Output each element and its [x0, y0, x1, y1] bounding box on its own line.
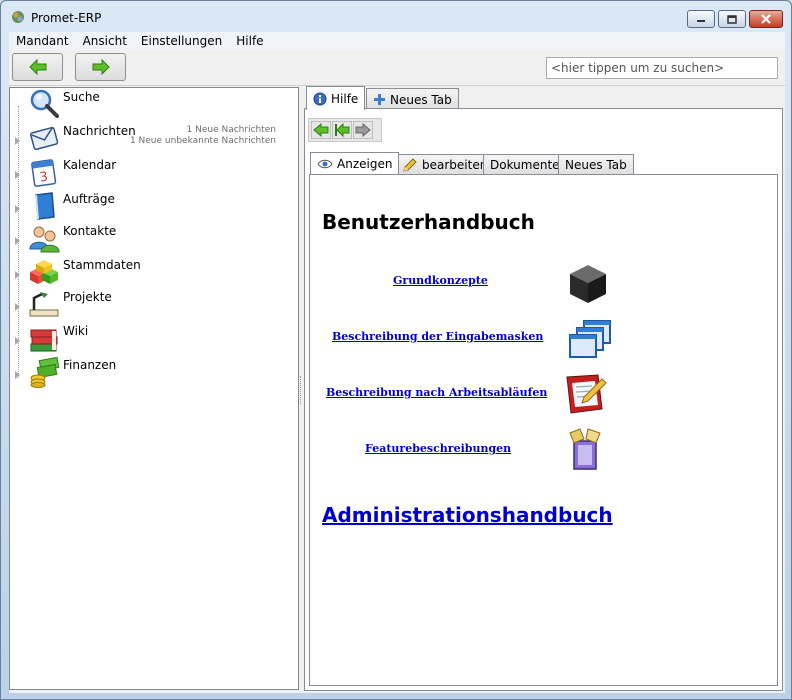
cubes-icon — [30, 260, 58, 284]
mail-icon — [30, 126, 59, 151]
arrow-right-icon — [92, 58, 110, 76]
expand-arrow-icon[interactable] — [15, 303, 20, 311]
link-grundkonzepte[interactable]: Grundkonzepte — [393, 274, 488, 287]
windows-icon — [569, 320, 611, 358]
help-home-button[interactable] — [332, 121, 352, 139]
tree-label: Stammdaten — [63, 258, 141, 272]
menu-mandant[interactable]: Mandant — [9, 34, 76, 48]
calendar-icon: 3 — [31, 159, 57, 187]
maximize-button[interactable] — [718, 10, 746, 28]
eye-icon — [317, 159, 333, 168]
tab-bearbeiten[interactable]: bearbeiten — [395, 154, 495, 174]
search-input[interactable] — [546, 57, 778, 79]
back-button[interactable] — [12, 53, 63, 81]
tree-item-auftraege[interactable]: Aufträge — [10, 190, 298, 222]
help-document: Benutzerhandbuch Grundkonzepte Beschreib… — [309, 174, 778, 686]
window-title: Promet-ERP — [31, 11, 102, 25]
unread-info: 1 Neue Nachrichten 1 Neue unbekannte Nac… — [130, 125, 276, 147]
tree-item-kalendar[interactable]: 3 Kalendar — [10, 156, 298, 188]
tree-label: Nachrichten — [63, 124, 136, 138]
box-icon — [569, 428, 601, 470]
help-navigation — [308, 118, 382, 142]
panel-splitter[interactable] — [300, 376, 303, 404]
tree-item-stammdaten[interactable]: Stammdaten — [10, 256, 298, 288]
menu-einstellungen[interactable]: Einstellungen — [134, 34, 229, 48]
arrow-left-icon — [311, 121, 331, 139]
tab-label: Hilfe — [331, 91, 359, 106]
info-icon — [313, 92, 327, 105]
tree-label: Suche — [63, 90, 100, 104]
minimize-button[interactable] — [687, 10, 715, 28]
tab-label: Neues Tab — [565, 157, 627, 172]
edit-document-icon — [566, 374, 607, 414]
expand-arrow-icon[interactable] — [15, 371, 20, 379]
new-messages-count: 1 Neue Nachrichten — [186, 125, 276, 135]
tab-label: bearbeiten — [422, 157, 488, 172]
tab-dokumente[interactable]: Dokumente — [483, 154, 567, 174]
help-forward-button[interactable] — [353, 121, 373, 139]
arrow-first-icon — [332, 121, 352, 139]
expand-arrow-icon[interactable] — [15, 137, 20, 145]
toolbar — [9, 50, 785, 86]
tab-label: Neues Tab — [390, 92, 452, 107]
menu-hilfe[interactable]: Hilfe — [229, 34, 270, 48]
close-icon — [761, 14, 771, 24]
arrow-left-icon — [28, 58, 46, 76]
tree-item-finanzen[interactable]: Finanzen — [10, 356, 298, 388]
cube-icon — [570, 265, 606, 303]
tree-label: Wiki — [63, 324, 89, 338]
tree-label: Projekte — [63, 290, 112, 304]
book-icon — [35, 192, 55, 220]
doc-heading: Benutzerhandbuch — [322, 210, 535, 234]
minimize-icon — [697, 20, 705, 22]
forward-button[interactable] — [75, 53, 126, 81]
tab-neues-tab-inner[interactable]: Neues Tab — [558, 154, 634, 174]
contacts-icon — [29, 226, 60, 253]
menu-ansicht[interactable]: Ansicht — [76, 34, 134, 48]
search-icon — [30, 89, 59, 118]
tree-item-suche[interactable]: Suche — [10, 88, 298, 120]
projects-icon — [29, 292, 59, 317]
expand-arrow-icon[interactable] — [15, 271, 20, 279]
unknown-messages-count: 1 Neue unbekannte Nachrichten — [129, 136, 276, 146]
tree-label: Aufträge — [63, 192, 115, 206]
navigation-tree: Suche Nachrichten 1 Neue Nachrichten 1 N… — [9, 87, 299, 690]
link-arbeitsablaeufe[interactable]: Beschreibung nach Arbeitsabläufen — [326, 386, 547, 399]
tree-item-kontakte[interactable]: Kontakte — [10, 222, 298, 254]
tab-neues-tab[interactable]: Neues Tab — [366, 88, 459, 110]
link-administrationshandbuch[interactable]: Administrationshandbuch — [322, 503, 613, 527]
link-featurebeschreibungen[interactable]: Featurebeschreibungen — [365, 442, 511, 455]
tree-label: Kontakte — [63, 224, 117, 238]
tree-item-projekte[interactable]: Projekte — [10, 288, 298, 320]
tab-anzeigen[interactable]: Anzeigen — [310, 152, 400, 174]
pencil-icon — [403, 157, 417, 172]
app-logo-icon — [12, 11, 24, 23]
tab-hilfe[interactable]: Hilfe — [306, 86, 366, 110]
close-button[interactable] — [749, 10, 783, 28]
maximize-icon — [727, 14, 737, 24]
tab-label: Anzeigen — [337, 156, 393, 171]
tree-label: Kalendar — [63, 158, 117, 172]
menu-bar: Mandant Ansicht Einstellungen Hilfe — [9, 32, 785, 50]
tree-label: Finanzen — [63, 358, 117, 372]
tree-item-wiki[interactable]: Wiki — [10, 322, 298, 354]
help-back-button[interactable] — [311, 121, 331, 139]
books-icon — [30, 329, 58, 352]
tree-item-nachrichten[interactable]: Nachrichten 1 Neue Nachrichten 1 Neue un… — [10, 122, 298, 154]
expand-arrow-icon[interactable] — [15, 237, 20, 245]
expand-arrow-icon[interactable] — [15, 337, 20, 345]
money-icon — [30, 356, 60, 388]
arrow-right-icon — [353, 121, 373, 139]
plus-icon — [374, 94, 385, 105]
title-bar: Promet-ERP — [1, 1, 791, 33]
link-eingabemasken[interactable]: Beschreibung der Eingabemasken — [332, 330, 543, 343]
expand-arrow-icon[interactable] — [15, 205, 20, 213]
tab-label: Dokumente — [490, 157, 560, 172]
expand-arrow-icon[interactable] — [15, 171, 20, 179]
